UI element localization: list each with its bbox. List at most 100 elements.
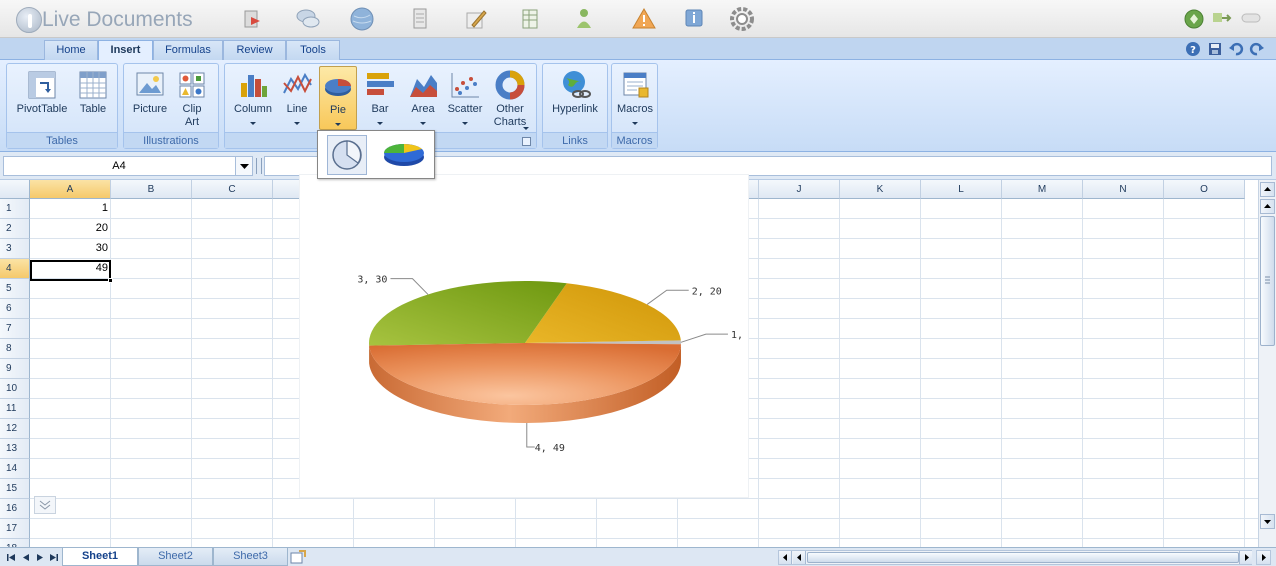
formula-bar-splitter[interactable] [256, 158, 262, 174]
cell-a2[interactable]: 20 [30, 219, 111, 239]
select-all-corner[interactable] [0, 180, 30, 199]
scatter-chart-icon [449, 69, 481, 101]
other-charts-button[interactable]: Other Charts [487, 66, 533, 130]
spreadsheet-icon[interactable] [516, 5, 544, 33]
row-header-9[interactable]: 9 [0, 359, 30, 379]
column-header-l[interactable]: L [921, 180, 1002, 199]
column-header-o[interactable]: O [1164, 180, 1245, 199]
pie-2d-option[interactable] [327, 135, 367, 175]
pie-chart-button[interactable]: Pie [319, 66, 357, 130]
row-header-5[interactable]: 5 [0, 279, 30, 299]
macros-button[interactable]: Macros [613, 66, 657, 130]
column-header-b[interactable]: B [111, 180, 192, 199]
pie-2d-icon [332, 140, 362, 170]
table-button[interactable]: Table [73, 66, 113, 130]
scroll-right-end-button[interactable] [1256, 550, 1271, 565]
redo-icon[interactable] [1249, 41, 1265, 57]
row-header-15[interactable]: 15 [0, 479, 30, 499]
insert-sheet-icon[interactable] [290, 550, 306, 564]
hyperlink-button[interactable]: Hyperlink [545, 66, 605, 130]
pie-3d-option[interactable] [382, 135, 424, 175]
name-box[interactable]: A4 [3, 156, 253, 176]
cell-a1[interactable]: 1 [30, 199, 111, 219]
warning-icon[interactable] [630, 5, 658, 33]
scroll-down-button[interactable] [1260, 514, 1275, 529]
row-header-17[interactable]: 17 [0, 519, 30, 539]
bar-chart-button[interactable]: Bar [359, 66, 401, 130]
area-chart-icon [407, 69, 439, 101]
row-header-13[interactable]: 13 [0, 439, 30, 459]
scroll-left-button[interactable] [779, 551, 792, 564]
row-header-16[interactable]: 16 [0, 499, 30, 519]
sheet-tab-sheet2[interactable]: Sheet2 [138, 548, 213, 566]
column-header-j[interactable]: J [759, 180, 840, 199]
tab-formulas[interactable]: Formulas [153, 40, 223, 60]
row-header-2[interactable]: 2 [0, 219, 30, 239]
fill-handle[interactable] [108, 278, 113, 283]
clip-art-button[interactable]: Clip Art [172, 66, 212, 130]
row-header-8[interactable]: 8 [0, 339, 30, 359]
pivottable-button[interactable]: PivotTable [11, 66, 73, 130]
expand-rows-icon[interactable] [34, 496, 56, 514]
sheet-tab-sheet1[interactable]: Sheet1 [62, 548, 138, 566]
save-icon[interactable] [1207, 41, 1223, 57]
tab-home[interactable]: Home [44, 40, 98, 60]
info-icon[interactable] [680, 5, 708, 33]
dialog-launcher-icon[interactable] [522, 137, 531, 146]
area-chart-button[interactable]: Area [403, 66, 443, 130]
name-box-dropdown[interactable] [235, 157, 252, 175]
scatter-chart-button[interactable]: Scatter [443, 66, 487, 130]
scroll-left-button-2[interactable] [793, 551, 806, 564]
document-icon[interactable] [406, 5, 434, 33]
picture-button[interactable]: Picture [128, 66, 172, 130]
leader-line-4 [526, 422, 535, 448]
next-sheet-icon[interactable] [35, 552, 45, 563]
column-header-m[interactable]: M [1002, 180, 1083, 199]
vertical-scrollbar[interactable] [1258, 180, 1276, 547]
tab-insert[interactable]: Insert [98, 40, 153, 61]
help-icon[interactable]: ? [1185, 41, 1201, 57]
settings-icon[interactable] [728, 5, 756, 33]
last-sheet-icon[interactable] [49, 552, 59, 563]
row-header-10[interactable]: 10 [0, 379, 30, 399]
tab-tools[interactable]: Tools [286, 40, 340, 60]
picture-label: Picture [132, 103, 168, 115]
first-sheet-icon[interactable] [6, 552, 16, 563]
row-header-4[interactable]: 4 [0, 259, 30, 279]
row-header-14[interactable]: 14 [0, 459, 30, 479]
undo-icon[interactable] [1228, 41, 1244, 57]
row-header-11[interactable]: 11 [0, 399, 30, 419]
chevron-down-icon [240, 164, 249, 169]
row-header-18[interactable]: 18 [0, 539, 30, 547]
scroll-right-button[interactable] [1239, 551, 1252, 564]
edit-icon[interactable] [462, 5, 490, 33]
app-logo[interactable]: Live Documents [12, 6, 202, 34]
prev-sheet-icon[interactable] [21, 552, 31, 563]
scroll-up-button-2[interactable] [1260, 199, 1275, 214]
column-header-a[interactable]: A [30, 180, 111, 199]
row-header-6[interactable]: 6 [0, 299, 30, 319]
chevron-left-icon [783, 554, 787, 561]
tab-review[interactable]: Review [223, 40, 286, 60]
globe-icon[interactable] [348, 5, 376, 33]
scroll-thumb[interactable] [1260, 216, 1275, 346]
column-header-k[interactable]: K [840, 180, 921, 199]
horizontal-scroll-thumb[interactable] [807, 552, 1239, 563]
row-header-3[interactable]: 3 [0, 239, 30, 259]
share-icon[interactable] [570, 5, 598, 33]
import-icon[interactable] [238, 5, 266, 33]
line-chart-button[interactable]: Line [277, 66, 317, 130]
row-header-7[interactable]: 7 [0, 319, 30, 339]
horizontal-scrollbar[interactable] [778, 550, 1252, 565]
sheet-tab-sheet3[interactable]: Sheet3 [213, 548, 288, 566]
row-header-1[interactable]: 1 [0, 199, 30, 219]
scroll-up-button[interactable] [1260, 182, 1275, 197]
column-header-n[interactable]: N [1083, 180, 1164, 199]
row-header-12[interactable]: 12 [0, 419, 30, 439]
pie-dropdown-arrow [335, 123, 341, 126]
pie-chart[interactable]: 1, 1 2, 20 3, 30 4, 49 [299, 174, 755, 498]
chat-icon[interactable] [294, 5, 322, 33]
cell-a3[interactable]: 30 [30, 239, 111, 259]
column-chart-button[interactable]: Column [229, 66, 277, 130]
column-header-c[interactable]: C [192, 180, 273, 199]
